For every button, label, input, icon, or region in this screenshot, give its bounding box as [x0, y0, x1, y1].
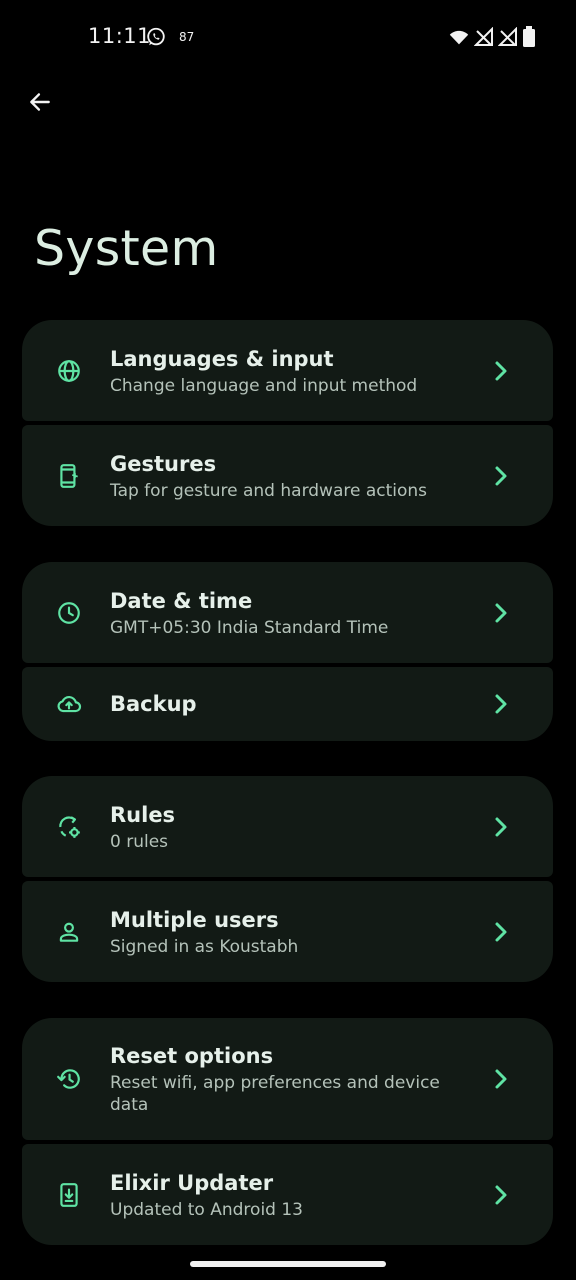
globe-icon — [58, 359, 80, 382]
arrow-left-icon — [30, 93, 50, 111]
setting-backup[interactable]: Backup — [22, 667, 553, 741]
chevron-right-icon — [495, 1069, 507, 1089]
setting-title: Rules — [110, 802, 176, 827]
phone-gesture-icon — [60, 463, 78, 488]
setting-subtitle: GMT+05:30 India Standard Time — [110, 617, 389, 638]
chevron-right-icon — [495, 466, 507, 485]
setting-title: Backup — [110, 692, 197, 716]
notification-count: 87 — [179, 30, 195, 44]
person-icon — [59, 922, 79, 942]
setting-multiple-users[interactable]: Multiple users Signed in as Koustabh — [22, 881, 553, 982]
chevron-right-icon — [495, 361, 507, 380]
setting-title: Reset options — [110, 1044, 274, 1068]
signal-off-icon — [498, 27, 517, 46]
clock-icon — [58, 601, 80, 624]
status-icons — [448, 25, 536, 49]
setting-title: Elixir Updater — [110, 1170, 274, 1195]
rules-sync-icon — [59, 815, 80, 838]
history-icon — [57, 1069, 80, 1089]
status-bar: 11:11 87 — [0, 0, 576, 76]
gesture-navigation-bar[interactable] — [190, 1261, 386, 1267]
setting-title: Gestures — [110, 451, 217, 476]
setting-rules[interactable]: Rules 0 rules — [22, 776, 553, 877]
chevron-right-icon — [495, 603, 507, 622]
setting-elixir-updater[interactable]: Elixir Updater Updated to Android 13 — [22, 1144, 553, 1245]
setting-subtitle: Updated to Android 13 — [110, 1199, 303, 1220]
setting-subtitle: Change language and input method — [110, 375, 418, 396]
back-button[interactable] — [22, 84, 58, 120]
page-title: System — [34, 220, 219, 277]
cloud-upload-icon — [57, 696, 82, 713]
chevron-right-icon — [495, 922, 507, 941]
setting-title: Multiple users — [110, 907, 279, 932]
setting-subtitle: Signed in as Koustabh — [110, 936, 299, 957]
whatsapp-icon — [147, 27, 165, 46]
setting-subtitle: 0 rules — [110, 831, 169, 852]
chevron-right-icon — [495, 817, 507, 836]
chevron-right-icon — [495, 1185, 507, 1204]
setting-title: Languages & input — [110, 346, 334, 371]
battery-icon — [523, 26, 535, 47]
wifi-icon — [449, 30, 469, 45]
setting-subtitle: Reset wifi, app preferences and device d… — [110, 1073, 440, 1115]
setting-subtitle: Tap for gesture and hardware actions — [110, 480, 428, 501]
status-time: 11:11 — [88, 24, 152, 48]
setting-languages-input[interactable]: Languages & input Change language and in… — [22, 320, 553, 421]
signal-off-icon — [474, 27, 493, 46]
setting-title: Date & time — [110, 588, 253, 613]
chevron-right-icon — [495, 694, 507, 714]
setting-date-time[interactable]: Date & time GMT+05:30 India Standard Tim… — [22, 562, 553, 663]
setting-gestures[interactable]: Gestures Tap for gesture and hardware ac… — [22, 425, 553, 526]
setting-reset-options[interactable]: Reset options Reset wifi, app preference… — [22, 1018, 553, 1140]
system-update-icon — [60, 1182, 78, 1207]
